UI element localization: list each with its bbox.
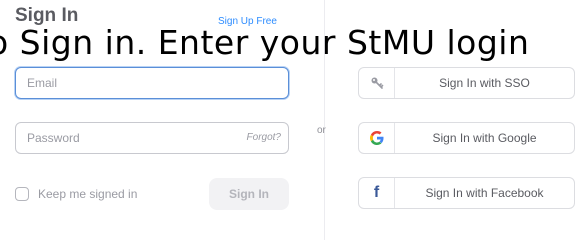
email-placeholder: Email — [27, 76, 58, 90]
google-label: Sign In with Google — [432, 131, 537, 145]
facebook-label: Sign In with Facebook — [425, 186, 544, 200]
or-separator: or — [317, 125, 326, 136]
sign-in-button[interactable]: Sign In — [209, 178, 289, 210]
key-icon — [359, 68, 395, 98]
facebook-sign-in-button[interactable]: f Sign In with Facebook — [358, 177, 575, 209]
sso-label: Sign In with SSO — [439, 76, 530, 90]
keep-signed-in-label[interactable]: Keep me signed in — [38, 187, 137, 201]
google-sign-in-button[interactable]: Sign In with Google — [358, 122, 575, 154]
password-placeholder: Password — [27, 131, 80, 145]
google-icon — [359, 123, 395, 153]
overlay-instruction-text: o Sign in. Enter your StMU login — [0, 23, 530, 62]
sso-sign-in-button[interactable]: Sign In with SSO — [358, 67, 575, 99]
email-field[interactable]: Email — [15, 67, 289, 99]
facebook-icon: f — [359, 178, 395, 208]
forgot-password-link[interactable]: Forgot? — [247, 132, 281, 143]
keep-signed-in-checkbox[interactable] — [15, 187, 29, 201]
password-field[interactable]: Password Forgot? — [15, 122, 289, 154]
